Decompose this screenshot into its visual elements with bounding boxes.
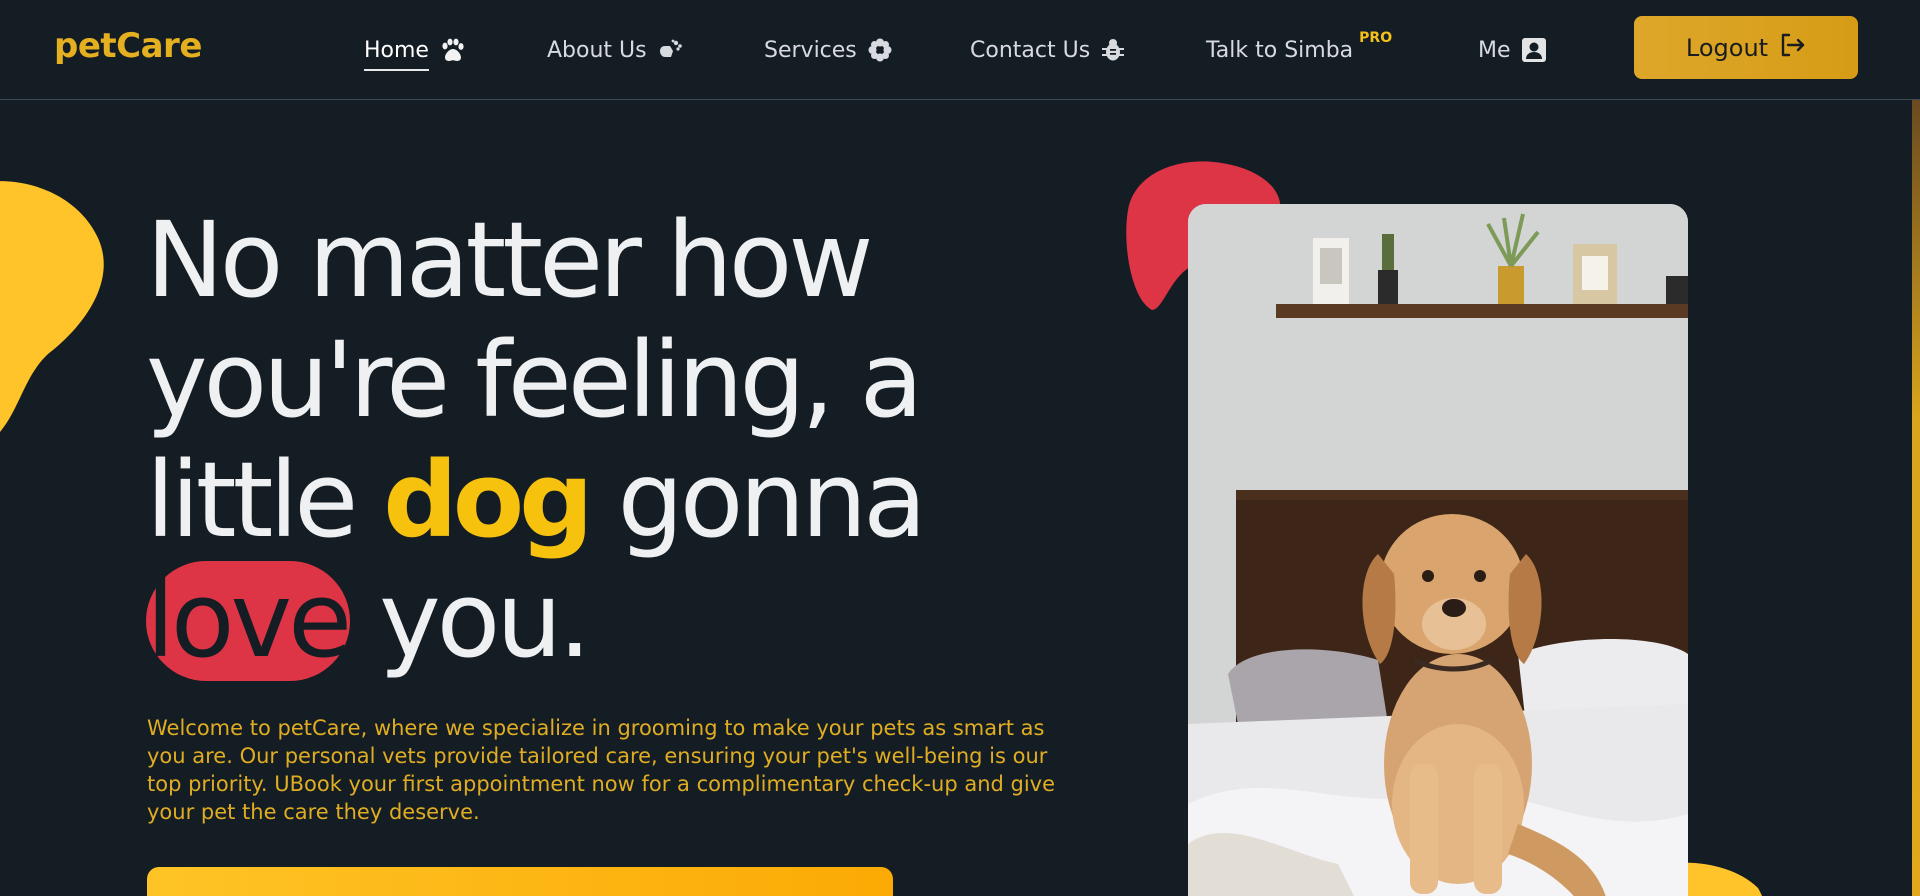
puppy-illustration [1188,204,1688,896]
headline-line-4-post: you. [350,559,591,681]
pro-badge: PRO [1359,30,1393,46]
nav-about-us[interactable]: About Us [547,34,683,66]
brand-logo[interactable]: petCare [54,26,202,66]
hero-puppy-photo [1188,204,1688,896]
logout-label: Logout [1685,33,1769,62]
hero-intro-text: Welcome to petCare, where we specialize … [147,716,1056,824]
yellow-blob-left [0,181,104,432]
logout-arrow-icon [1778,31,1806,65]
user-portrait-icon [1521,37,1547,63]
headline-line-3-pre: little [146,439,384,561]
headline-love-word: love [146,559,352,681]
nav-services[interactable]: Services [764,34,893,66]
nav-talk-to-simba[interactable]: Talk to Simba PRO [1206,30,1392,66]
headline-line-4: love you. [146,560,1046,681]
scroll-edge-strip [1912,100,1920,896]
dog-bone-icon [657,37,683,63]
nav-me-label: Me [1478,37,1511,63]
headline-line-3-post: gonna [588,439,927,561]
nav-contact-label: Contact Us [970,37,1091,63]
bug-icon [1100,37,1126,63]
nav-services-label: Services [764,37,857,63]
nav-contact-us[interactable]: Contact Us [970,34,1126,66]
nav-about-label: About Us [547,37,647,63]
headline-line-2: you're feeling, a [146,319,923,441]
nav-me[interactable]: Me [1478,34,1547,66]
logout-button[interactable]: Logout [1634,16,1858,79]
paw-icon [439,37,465,63]
nav-simba-label: Talk to Simba [1206,37,1354,63]
book-appointment-button[interactable] [147,867,893,896]
nav-home-label: Home [364,37,429,71]
home-page: petCare Home About Us Services Contact U… [0,0,1920,896]
hero-headline: No matter how you're feeling, a little d… [146,200,1046,681]
headline-line-1: No matter how [146,199,873,321]
flower-icon [867,37,893,63]
headline-dog-word: dog [383,439,593,561]
headline-line-3: little dog gonna [146,440,1046,560]
top-navbar: petCare Home About Us Services Contact U… [0,0,1920,100]
nav-home[interactable]: Home [364,34,465,71]
